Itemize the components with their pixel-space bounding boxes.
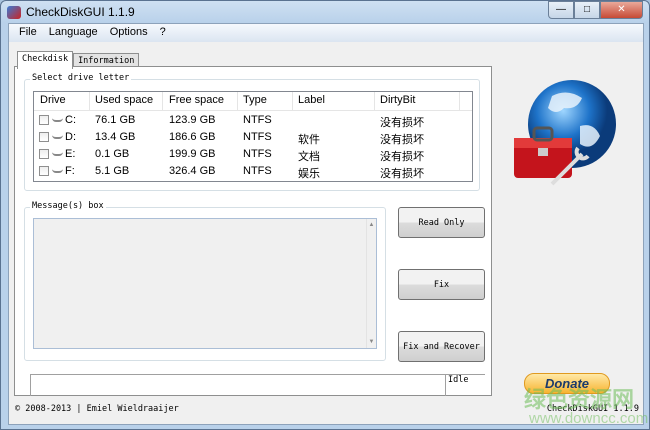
read-only-button[interactable]: Read Only (398, 207, 485, 238)
list-header: Drive Used space Free space Type Label D… (34, 92, 472, 111)
cell-drive: F: (65, 165, 75, 177)
cell-type: NTFS (243, 148, 272, 160)
cell-dirty: 没有损坏 (380, 134, 424, 146)
status-bar: Idle (30, 374, 485, 396)
message-scrollbar[interactable]: ▲ ▼ (366, 219, 376, 348)
drive-checkbox[interactable] (39, 132, 49, 142)
cell-free: 186.6 GB (169, 131, 216, 143)
cell-dirty: 没有损坏 (380, 117, 424, 129)
copyright-text: © 2008-2013 | Emiel Wieldraaijer (15, 404, 179, 414)
menu-help[interactable]: ? (154, 24, 172, 42)
cell-type: NTFS (243, 114, 272, 126)
drive-checkbox[interactable] (39, 149, 49, 159)
drive-group-label: Select drive letter (30, 73, 132, 83)
drive-list[interactable]: Drive Used space Free space Type Label D… (33, 91, 473, 182)
cell-label: 软件 (298, 134, 320, 146)
cell-type: NTFS (243, 165, 272, 177)
drive-group: Select drive letter Drive Used space Fre… (24, 73, 480, 191)
status-text: Idle (445, 375, 468, 396)
menu-language[interactable]: Language (43, 24, 104, 42)
cell-dirty: 没有损坏 (380, 151, 424, 163)
cell-used: 13.4 GB (95, 131, 136, 143)
cell-used: 0.1 GB (95, 148, 130, 160)
drive-checkbox[interactable] (39, 115, 49, 125)
minimize-button[interactable]: — (548, 1, 574, 19)
cell-label: 文档 (298, 151, 320, 163)
cell-free: 123.9 GB (169, 114, 216, 126)
cell-free: 199.9 GB (169, 148, 216, 160)
col-type[interactable]: Type (243, 94, 267, 106)
cell-used: 5.1 GB (95, 165, 130, 177)
col-drive[interactable]: Drive (40, 94, 66, 106)
close-button[interactable]: ✕ (600, 1, 643, 19)
app-icon (7, 5, 21, 19)
drive-row[interactable]: D: 13.4 GB 186.6 GB NTFS 软件 没有损坏 (34, 129, 472, 146)
checkdisk-panel: Select drive letter Drive Used space Fre… (14, 66, 492, 396)
col-label[interactable]: Label (298, 94, 325, 106)
title-bar: CheckDiskGUI 1.1.9 (7, 4, 135, 20)
menu-file[interactable]: File (13, 24, 43, 42)
drive-row[interactable]: C: 76.1 GB 123.9 GB NTFS 没有损坏 (34, 112, 472, 129)
fix-button[interactable]: Fix (398, 269, 485, 300)
drive-icon (52, 135, 63, 139)
col-dirtybit[interactable]: DirtyBit (380, 94, 415, 106)
message-textarea[interactable]: ▲ ▼ (33, 218, 377, 349)
cell-type: NTFS (243, 131, 272, 143)
tab-checkdisk[interactable]: Checkdisk (17, 51, 74, 69)
client-area: File Language Options ? Checkdisk Inform… (8, 23, 648, 427)
window-title: CheckDiskGUI 1.1.9 (26, 5, 135, 19)
col-free[interactable]: Free space (169, 94, 224, 106)
version-text: CheckDiskGUI 1.1.9 (546, 404, 639, 414)
drive-icon (52, 118, 63, 122)
cell-drive: C: (65, 114, 76, 126)
app-logo-globe-toolbox-icon (514, 80, 616, 186)
maximize-button[interactable]: □ (574, 1, 600, 19)
donate-button[interactable]: Donate (524, 373, 610, 394)
cell-free: 326.4 GB (169, 165, 216, 177)
cell-drive: E: (65, 148, 76, 160)
message-group-label: Message(s) box (30, 201, 106, 211)
fix-and-recover-button[interactable]: Fix and Recover (398, 331, 485, 362)
drive-icon (52, 152, 63, 156)
menu-options[interactable]: Options (104, 24, 154, 42)
drive-row[interactable]: E: 0.1 GB 199.9 GB NTFS 文档 没有损坏 (34, 146, 472, 163)
cell-label: 娱乐 (298, 168, 320, 180)
drive-checkbox[interactable] (39, 166, 49, 176)
message-group: Message(s) box ▲ ▼ (24, 201, 386, 361)
col-used[interactable]: Used space (95, 94, 153, 106)
app-window: CheckDiskGUI 1.1.9 — □ ✕ File Language O… (0, 0, 650, 430)
cell-drive: D: (65, 131, 76, 143)
cell-dirty: 没有损坏 (380, 168, 424, 180)
cell-used: 76.1 GB (95, 114, 136, 126)
drive-icon (52, 169, 63, 173)
drive-row[interactable]: F: 5.1 GB 326.4 GB NTFS 娱乐 没有损坏 (34, 163, 472, 180)
menu-bar: File Language Options ? (9, 24, 643, 42)
